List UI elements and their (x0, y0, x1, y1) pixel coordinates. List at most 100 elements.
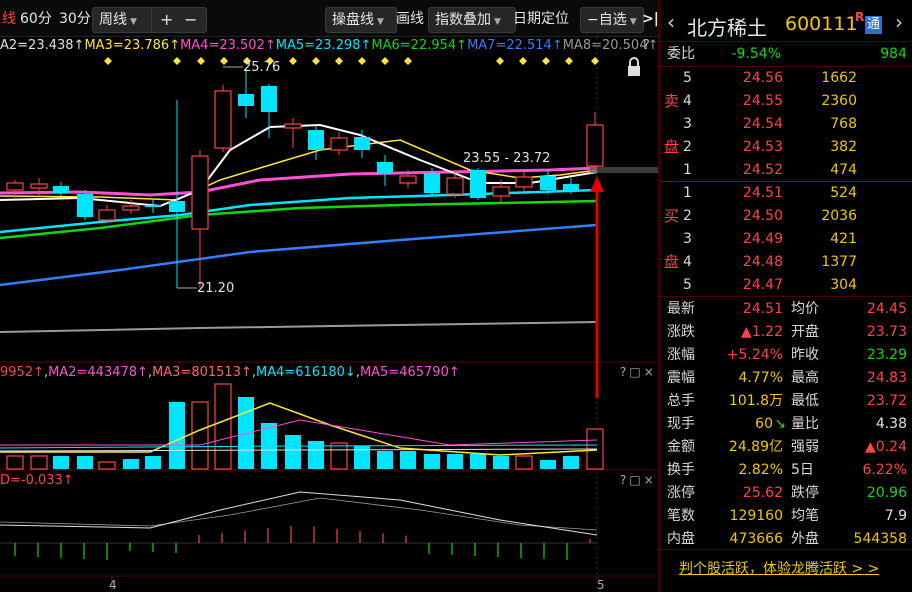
candle-body-down (377, 162, 393, 174)
promo-link[interactable]: 判个股活跃，体验龙腾活跃 > > (679, 558, 879, 578)
trend-down-icon: ↘ (774, 416, 786, 432)
bid-row-1[interactable]: 1 24.51 524 (661, 182, 912, 205)
bid-level: 2 (683, 208, 692, 224)
macd-legend: D=-0.033↑ (0, 473, 74, 488)
volume-bar-up (98, 461, 116, 470)
volume-bar-down (400, 451, 416, 469)
bid-volume: 304 (830, 277, 857, 293)
period-60min-button[interactable]: 60分 (14, 7, 58, 31)
volume-bar-down (308, 441, 324, 469)
bid-label-top: 买 (664, 207, 680, 225)
period-week-dropdown[interactable]: 周线 ▼ (92, 7, 158, 33)
maximize-icon[interactable]: □ (629, 473, 643, 487)
vol-ma2-value: MA2=443478↑ (48, 365, 148, 380)
close-icon[interactable]: × (644, 365, 657, 379)
candle-body-down (470, 170, 486, 198)
candle-body-up (30, 183, 48, 189)
bid-row-4[interactable]: 4 24.48 1377 (661, 251, 912, 274)
period-30min-button[interactable]: 30分 (53, 7, 97, 31)
maximize-icon[interactable]: □ (629, 365, 643, 379)
ask-row-4[interactable]: 4 24.55 2360 (661, 90, 912, 113)
volume-bar-down (424, 454, 440, 469)
ma8-line (0, 321, 598, 333)
bid-row-3[interactable]: 3 24.49 421 (661, 228, 912, 251)
date-label-right: 5 (597, 578, 605, 592)
low-price-label: 21.20 (197, 281, 235, 296)
stat-label: 内盘 (667, 531, 695, 547)
ask-level: 4 (683, 93, 692, 109)
stat-value: 129160 (729, 508, 783, 524)
candle-body-up (6, 182, 24, 191)
zoom-out-button[interactable]: − (184, 8, 197, 32)
stat-value: ▲0.24 (865, 439, 907, 455)
candle-body-down (308, 130, 324, 150)
chart-toolbar: 线 60分 30分 周线 ▼ + − 操盘线 ▼ 画线 指数叠加 ▼ 日期定位 −自选… (0, 0, 659, 37)
volume-bar-down (77, 456, 93, 469)
volume-bar-down (493, 456, 509, 469)
ask-level: 3 (683, 116, 692, 132)
event-marker (519, 57, 527, 65)
draw-line-button[interactable]: 画线 (390, 7, 430, 31)
stat-value: 25.62 (742, 485, 783, 501)
kline-chart[interactable] (0, 37, 658, 591)
stat-value: ▲1.22 (741, 324, 783, 340)
stat-label: 现手 (667, 416, 695, 432)
index-overlay-dropdown[interactable]: 指数叠加 ▼ (428, 7, 516, 33)
candle-body-up (98, 209, 116, 221)
help-icon[interactable]: ? (620, 365, 629, 379)
volume-bar-down (145, 456, 161, 469)
ask-price: 24.52 (742, 162, 783, 178)
panel-line-dropdown[interactable]: 操盘线 ▼ (325, 7, 397, 33)
r-badge: R (855, 10, 865, 24)
ask-volume: 382 (830, 139, 857, 155)
date-locate-button[interactable]: 日期定位 (507, 7, 575, 31)
ask-level: 2 (683, 139, 692, 155)
ask-volume: 768 (830, 116, 857, 132)
ask-label-top: 卖 (664, 92, 680, 110)
stat-label: 量比 (791, 416, 819, 432)
stat-value: 7.9 (884, 508, 907, 524)
tong-badge[interactable]: 通 (865, 16, 882, 34)
bid-row-2[interactable]: 2 24.50 2036 (661, 205, 912, 228)
ask-row-3[interactable]: 3 24.54 768 (661, 113, 912, 136)
macd-indicator (0, 491, 598, 560)
stat-label: 震幅 (667, 370, 695, 386)
bid-level: 1 (683, 185, 692, 201)
bid-volume: 421 (830, 231, 857, 247)
ask-label-bottom: 盘 (664, 138, 680, 156)
bid-level: 5 (683, 277, 692, 293)
bid-price: 24.47 (742, 277, 783, 293)
stat-row: 金额 24.89亿 强弱 ▲0.24 (661, 436, 912, 459)
vol-ma3-value: MA3=801513↑ (152, 365, 252, 380)
stat-label: 换手 (667, 462, 695, 478)
stat-row: 笔数 129160 均笔 7.9 (661, 505, 912, 528)
stat-label: 笔数 (667, 508, 695, 524)
bid-row-5[interactable]: 5 24.47 304 (661, 274, 912, 297)
ask-row-5[interactable]: 5 24.56 1662 (661, 67, 912, 90)
event-marker (173, 57, 181, 65)
close-icon[interactable]: × (644, 473, 657, 487)
help-icon[interactable]: ? (620, 473, 629, 487)
event-marker (104, 57, 112, 65)
macd-dea-line (0, 497, 598, 531)
zoom-in-button[interactable]: + (160, 8, 173, 32)
watchlist-dropdown[interactable]: −自选 ▼ (580, 7, 644, 33)
candle-body-down (238, 94, 254, 106)
candle-body-down (354, 137, 370, 150)
ask-row-2[interactable]: 2 24.53 382 (661, 136, 912, 159)
weibi-val: 984 (880, 46, 907, 62)
volume-bar-down (123, 459, 139, 469)
volume-bar-down (447, 454, 463, 469)
candle-body-down (145, 205, 161, 207)
prev-stock-icon[interactable]: ‹ (667, 10, 675, 34)
event-marker (591, 57, 599, 65)
volume-bar-up (6, 455, 24, 470)
event-marker (335, 57, 343, 65)
bid-volume: 2036 (821, 208, 857, 224)
next-stock-icon[interactable]: › (895, 10, 903, 34)
stat-label: 涨跌 (667, 324, 695, 340)
stat-label: 均价 (791, 301, 819, 317)
bid-price: 24.51 (742, 185, 783, 201)
ask-row-1[interactable]: 1 24.52 474 (661, 159, 912, 182)
chart-grid (0, 37, 658, 591)
